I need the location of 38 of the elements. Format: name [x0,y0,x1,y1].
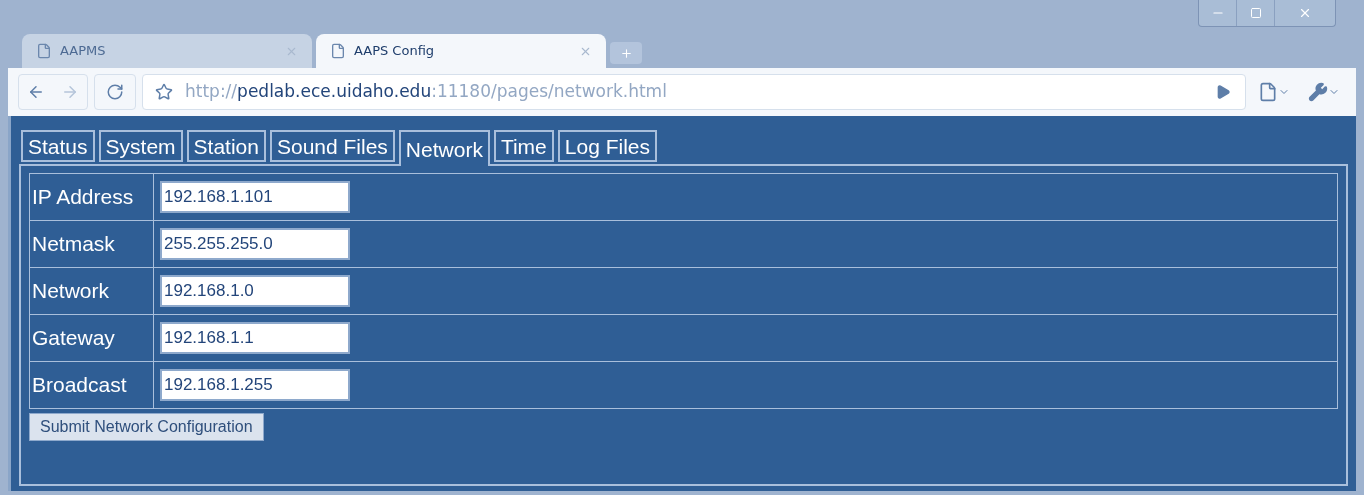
page-icon [330,43,346,59]
page-tab[interactable]: Network [398,130,490,166]
plus-icon [619,46,633,60]
browser-tab[interactable]: AAPS Config [316,34,606,68]
tab-title: AAPS Config [354,42,436,61]
reload-icon [106,83,124,101]
close-icon [1298,6,1312,20]
reload-button[interactable] [94,74,136,110]
address-bar[interactable]: http://pedlab.ece.uidaho.edu:11180/pages/network.html [142,74,1246,110]
field-label: Gateway [32,326,115,350]
field-label: Netmask [32,232,115,256]
input-field[interactable]: 192.168.1.0 [160,275,350,307]
back-icon [27,83,45,101]
url-text: http://pedlab.ece.uidaho.edu:11180/pages/network.html [185,80,668,104]
input-field[interactable]: 255.255.255.0 [160,228,350,260]
tab-title: AAPMS [60,42,107,61]
page-tab[interactable]: Time [493,130,554,162]
field-label: IP Address [32,185,134,209]
input-field[interactable]: 192.168.1.1 [160,322,350,354]
maximize-icon [1249,7,1262,19]
input-field[interactable]: 192.168.1.101 [160,181,350,213]
new-tab-button[interactable] [610,42,642,64]
field-label: Broadcast [32,373,127,397]
wrench-icon [1308,82,1328,102]
page-icon [1258,82,1278,102]
bookmark-star-icon[interactable] [155,83,173,101]
page-icon [36,43,52,59]
browser-tab[interactable]: AAPMS [22,34,312,68]
forward-icon [61,83,79,101]
go-icon[interactable] [1215,84,1231,100]
page-tab[interactable]: System [98,130,183,162]
page-tab[interactable]: Status [21,130,95,162]
page-tab[interactable]: Station [186,130,266,162]
page-tab[interactable]: Sound Files [269,130,395,162]
submit-button[interactable]: Submit Network Configuration [29,413,264,441]
input-field[interactable]: 192.168.1.255 [160,369,350,401]
page-tab[interactable]: Log Files [557,130,657,162]
field-label: Network [32,279,110,303]
